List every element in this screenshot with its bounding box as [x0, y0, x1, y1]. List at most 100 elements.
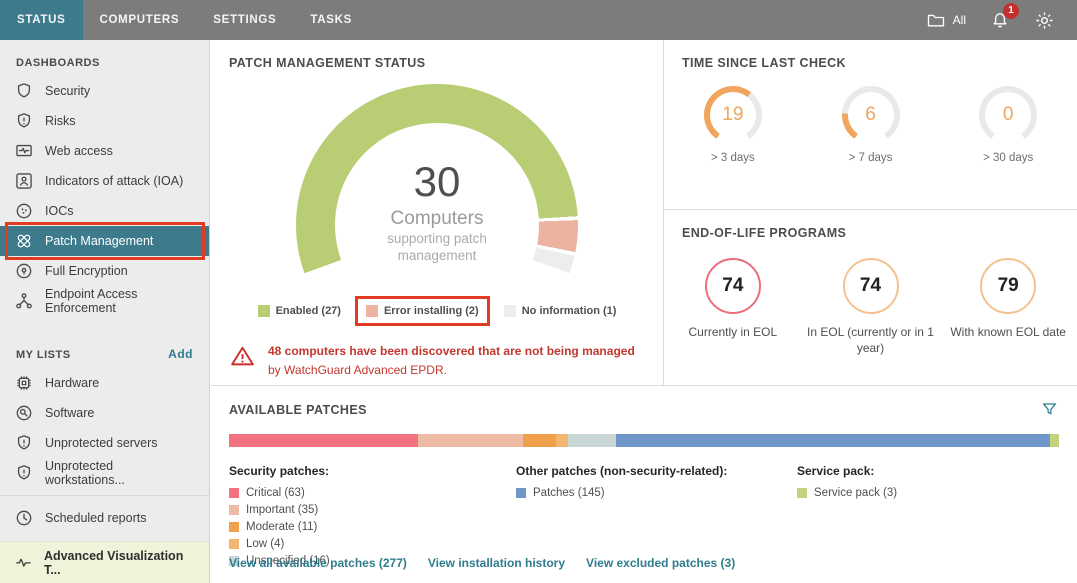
- chip-icon: [14, 373, 34, 393]
- notifications-button[interactable]: 1: [990, 10, 1010, 31]
- notification-badge: 1: [1003, 3, 1019, 19]
- sidebar-item-security[interactable]: Security: [0, 76, 209, 106]
- bar-segment-unspecified[interactable]: [568, 434, 616, 447]
- bar-segment-critical[interactable]: [229, 434, 418, 447]
- gauge-30-days[interactable]: 0 > 30 days: [939, 86, 1077, 164]
- gauge-3-days[interactable]: 19 > 3 days: [664, 86, 802, 164]
- bar-segment-important[interactable]: [418, 434, 523, 447]
- legend-item-patches[interactable]: Patches (145): [516, 487, 797, 499]
- folder-label: All: [953, 13, 966, 27]
- legend-item-error-installing[interactable]: Error installing (2): [366, 305, 479, 317]
- legend-item-low[interactable]: Low (4): [229, 538, 516, 550]
- warning-text: 48 computers have been discovered that a…: [268, 342, 643, 379]
- legend-label: Moderate (11): [246, 521, 317, 533]
- shield-alert-icon: [14, 463, 34, 483]
- warning-triangle-icon: [229, 343, 256, 368]
- settings-gear-button[interactable]: [1034, 10, 1055, 31]
- eol-circle: 74: [705, 258, 761, 314]
- sidebar-item-patch-management[interactable]: Patch Management: [0, 226, 209, 256]
- sidebar-item-endpoint-access[interactable]: Endpoint Access Enforcement: [0, 286, 209, 316]
- monitor-pulse-icon: [14, 141, 34, 161]
- gauge-label: > 7 days: [849, 152, 893, 164]
- eol-in-eol-1-year[interactable]: 74 In EOL (currently or in 1 year): [802, 258, 940, 356]
- gauge-ring: 19: [704, 86, 762, 144]
- sidebar-section-dashboards: DASHBOARDS: [16, 57, 100, 69]
- search-circle-icon: [14, 403, 34, 423]
- sidebar-item-label: Risks: [45, 114, 76, 128]
- tab-tasks[interactable]: TASKS: [293, 0, 369, 40]
- sidebar-item-risks[interactable]: Risks: [0, 106, 209, 136]
- topbar-spacer: [369, 0, 926, 40]
- legend-label: Low (4): [246, 538, 284, 550]
- sidebar-divider: [0, 495, 209, 496]
- gauge-value: 0: [985, 92, 1031, 138]
- unmanaged-computers-warning[interactable]: 48 computers have been discovered that a…: [229, 342, 643, 379]
- legend-item-enabled[interactable]: Enabled (27): [258, 305, 341, 317]
- panel-end-of-life-programs: END-OF-LIFE PROGRAMS 74 Currently in EOL…: [664, 210, 1077, 385]
- sidebar-item-label: Indicators of attack (IOA): [45, 174, 183, 188]
- sidebar-item-label: Software: [45, 406, 94, 420]
- tab-status[interactable]: STATUS: [0, 0, 83, 40]
- sidebar-item-label: Patch Management: [45, 234, 153, 248]
- link-installation-history[interactable]: View installation history: [428, 556, 565, 570]
- computers-sublabel: management: [398, 247, 477, 265]
- sidebar-item-advanced-visualization[interactable]: Advanced Visualization T...: [0, 541, 209, 583]
- bar-segment-low[interactable]: [556, 434, 568, 447]
- add-list-link[interactable]: Add: [168, 347, 193, 361]
- legend-item-service-pack[interactable]: Service pack (3): [797, 487, 1059, 499]
- eol-known-date[interactable]: 79 With known EOL date: [939, 258, 1077, 356]
- computers-sublabel: supporting patch: [387, 230, 487, 248]
- sidebar-item-web-access[interactable]: Web access: [0, 136, 209, 166]
- gauge-value: 19: [710, 92, 756, 138]
- legend-item-critical[interactable]: Critical (63): [229, 487, 516, 499]
- group-filter-all[interactable]: All: [926, 10, 966, 30]
- eol-currently-in-eol[interactable]: 74 Currently in EOL: [664, 258, 802, 356]
- bar-segment-service-pack[interactable]: [1050, 434, 1059, 447]
- legend-swatch: [504, 305, 516, 317]
- legend-item-no-information[interactable]: No information (1): [504, 305, 617, 317]
- panel-available-patches: AVAILABLE PATCHES Security patches: Crit…: [211, 385, 1077, 583]
- legend-item-important[interactable]: Important (35): [229, 504, 516, 516]
- gauge-ring: 6: [842, 86, 900, 144]
- filter-icon[interactable]: [1040, 400, 1059, 419]
- computers-label: Computers: [391, 208, 484, 230]
- legend-label: Critical (63): [246, 487, 305, 499]
- legend-swatch: [797, 488, 807, 498]
- user-square-icon: [14, 171, 34, 191]
- eol-circle: 74: [843, 258, 899, 314]
- tab-settings[interactable]: SETTINGS: [196, 0, 293, 40]
- sidebar-item-unprotected-servers[interactable]: Unprotected servers: [0, 428, 209, 458]
- sidebar-item-hardware[interactable]: Hardware: [0, 368, 209, 398]
- disc-lock-icon: [14, 261, 34, 281]
- legend-heading-security: Security patches:: [229, 464, 516, 478]
- sidebar-item-iocs[interactable]: IOCs: [0, 196, 209, 226]
- panel-patch-management-status: PATCH MANAGEMENT STATUS 30 Computers sup…: [211, 40, 663, 385]
- clock-icon: [14, 508, 34, 528]
- link-view-all-patches[interactable]: View all available patches (277): [229, 556, 407, 570]
- sidebar-item-ioa[interactable]: Indicators of attack (IOA): [0, 166, 209, 196]
- legend-swatch: [366, 305, 378, 317]
- sidebar-item-label: Web access: [45, 144, 113, 158]
- sidebar-item-label: Advanced Visualization T...: [44, 549, 195, 577]
- bar-segment-patches[interactable]: [616, 434, 1050, 447]
- donut-legend: Enabled (27) Error installing (2) No inf…: [211, 296, 663, 326]
- panel-title: PATCH MANAGEMENT STATUS: [211, 40, 663, 70]
- legend-item-moderate[interactable]: Moderate (11): [229, 521, 516, 533]
- top-navigation-bar: STATUS COMPUTERS SETTINGS TASKS All 1: [0, 0, 1077, 40]
- legend-swatch: [229, 488, 239, 498]
- gauge-label: > 3 days: [711, 152, 755, 164]
- sidebar-item-software[interactable]: Software: [0, 398, 209, 428]
- gauge-7-days[interactable]: 6 > 7 days: [802, 86, 940, 164]
- sidebar-item-scheduled-reports[interactable]: Scheduled reports: [0, 503, 209, 533]
- sidebar-item-label: Hardware: [45, 376, 99, 390]
- sidebar-item-label: Unprotected servers: [45, 436, 158, 450]
- bar-segment-moderate[interactable]: [523, 434, 556, 447]
- tab-computers[interactable]: COMPUTERS: [83, 0, 197, 40]
- sidebar-item-unprotected-workstations[interactable]: Unprotected workstations...: [0, 458, 209, 488]
- sidebar-item-full-encryption[interactable]: Full Encryption: [0, 256, 209, 286]
- sidebar-item-label: Endpoint Access Enforcement: [45, 287, 195, 315]
- gauge-ring: 0: [979, 86, 1037, 144]
- eol-circle: 79: [980, 258, 1036, 314]
- panel-time-since-last-check: TIME SINCE LAST CHECK 19 > 3 days 6 > 7 …: [664, 40, 1077, 210]
- link-excluded-patches[interactable]: View excluded patches (3): [586, 556, 735, 570]
